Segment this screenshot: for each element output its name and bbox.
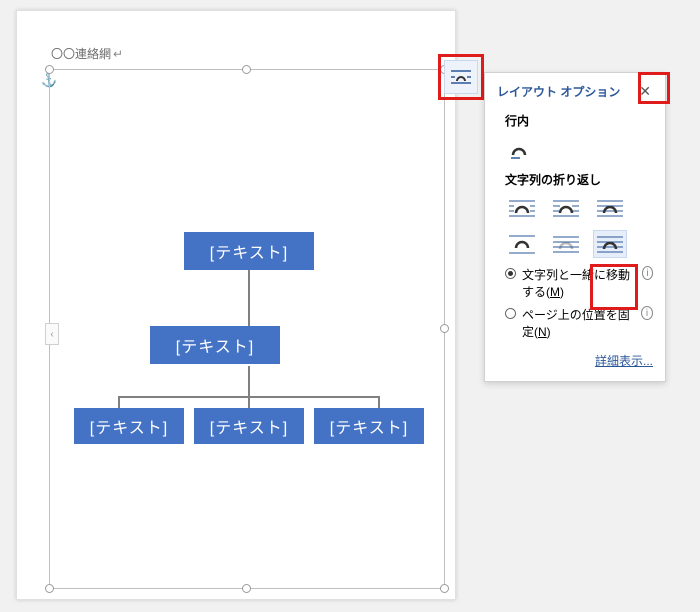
layout-option-top-bottom[interactable] [505,230,539,258]
see-more-link[interactable]: 詳細表示... [497,352,653,369]
node-text: [テキスト] [210,239,288,263]
wrap-through-icon [595,197,625,219]
radio-icon [505,308,516,319]
wrap-topbottom-icon [507,233,537,255]
node-text: [テキスト] [210,414,288,438]
smartart-node[interactable]: [テキスト] [184,232,314,270]
radio-icon [505,268,516,279]
node-text: [テキスト] [330,414,408,438]
radio-label: 文字列と一緒に移動する(M) [522,266,636,300]
chevron-left-icon: ‹ [50,329,53,340]
smartart-canvas[interactable]: [テキスト] [テキスト] [テキスト] [テキスト] [テキスト] [50,70,444,588]
wrap-front-icon [595,233,625,255]
connector-line [248,270,250,326]
wrap-square-icon [507,197,537,219]
page-title-text: 〇〇連絡網 [51,45,111,62]
smartart-node[interactable]: [テキスト] [74,408,184,444]
layout-option-in-front-of-text[interactable] [593,230,627,258]
info-icon[interactable]: i [641,306,653,320]
wrap-behind-icon [551,233,581,255]
connector-line [118,396,120,408]
smartart-node[interactable]: [テキスト] [150,326,280,364]
radio-fix-position[interactable]: ページ上の位置を固定(N) i [505,306,653,340]
smartart-node[interactable]: [テキスト] [314,408,424,444]
section-label-inline: 行内 [505,112,653,129]
close-button[interactable]: ✕ [637,83,653,100]
layout-options-button[interactable] [444,60,478,94]
document-page: 〇〇連絡網 ↵ ⚓ [テキスト] [テキスト] [テキスト] [テキスト] [テ… [16,10,456,600]
connector-line [378,396,380,408]
wrap-tight-icon [551,197,581,219]
radio-label: ページ上の位置を固定(N) [522,306,635,340]
smartart-node[interactable]: [テキスト] [194,408,304,444]
node-text: [テキスト] [176,333,254,357]
connector-line [248,396,250,408]
panel-title: レイアウト オプション [497,83,620,100]
radio-move-with-text[interactable]: 文字列と一緒に移動する(M) i [505,266,653,300]
layout-option-through[interactable] [593,194,627,222]
page-title: 〇〇連絡網 ↵ [51,45,123,62]
layout-options-panel: レイアウト オプション ✕ 行内 文字列の折り返し 文字列と一緒に移動する(M)… [484,72,666,382]
close-icon: ✕ [639,83,651,99]
info-icon[interactable]: i [642,266,653,280]
inline-icon [508,138,536,160]
smartart-text-pane-toggle[interactable]: ‹ [45,323,59,345]
connector-line [248,366,250,396]
selection-frame[interactable]: [テキスト] [テキスト] [テキスト] [テキスト] [テキスト] [49,69,445,589]
node-text: [テキスト] [90,414,168,438]
layout-option-inline[interactable] [505,135,539,163]
layout-option-behind-text[interactable] [549,230,583,258]
wrap-text-icon [450,68,472,86]
paragraph-mark-icon: ↵ [113,47,123,61]
layout-option-tight[interactable] [549,194,583,222]
layout-option-square[interactable] [505,194,539,222]
section-label-wrap: 文字列の折り返し [505,171,653,188]
